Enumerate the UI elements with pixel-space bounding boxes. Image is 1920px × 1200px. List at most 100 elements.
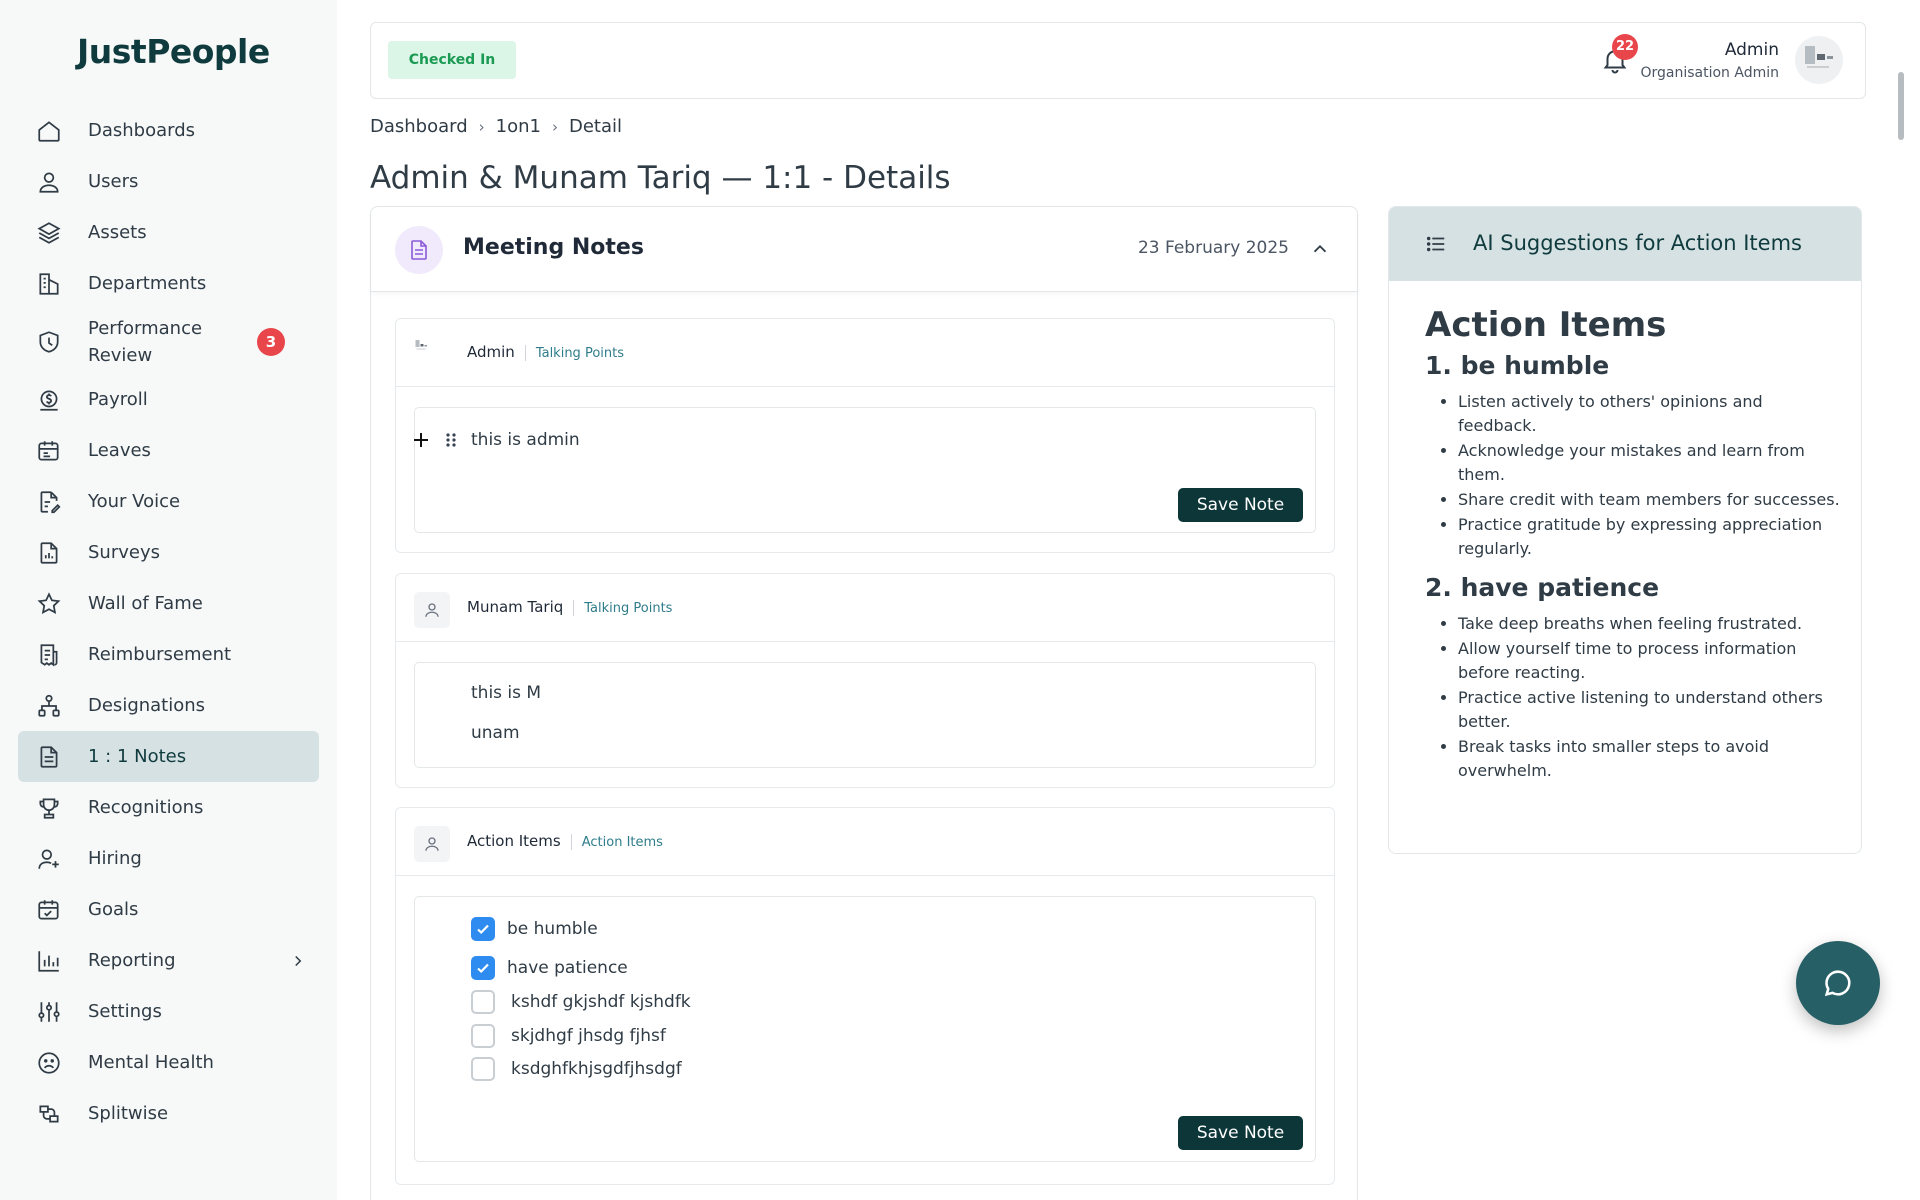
divider [570,833,572,850]
sidebar-item-hiring[interactable]: Hiring [18,833,319,884]
notification-count-badge: 22 [1612,34,1638,60]
save-note-button[interactable]: Save Note [1178,1116,1303,1150]
plus-icon[interactable] [411,430,431,450]
meeting-notes-title: Meeting Notes [463,235,644,260]
meeting-notes-header[interactable]: Meeting Notes 23 February 2025 [371,207,1357,292]
checkbox-checked[interactable] [471,917,495,941]
scrollbar[interactable] [1898,72,1904,140]
note-author: Action Items Action Items [467,832,663,850]
sidebar-item-label: Reimbursement [88,644,232,665]
sidebar-item-leaves[interactable]: Leaves [18,425,319,476]
page-title: Admin & Munam Tariq — 1:1 - Details [370,160,951,196]
sidebar-item-label: Departments [88,273,207,294]
checkbox-unchecked[interactable] [471,990,495,1014]
checked-in-status-badge[interactable]: Checked In [388,41,516,79]
user-name[interactable]: Admin [1725,40,1779,60]
ai-suggestion-item: Practice active listening to understand … [1458,686,1845,734]
chevron-right-icon: › [551,117,558,136]
checklist-item[interactable]: have patience [471,956,628,980]
sidebar-item-splitwise[interactable]: Splitwise [18,1088,319,1139]
breadcrumb-dashboard[interactable]: Dashboard [370,116,468,137]
sidebar-item-label: Designations [88,695,206,716]
chevron-right-icon: › [478,117,485,136]
divider [573,599,575,616]
sidebar-item-settings[interactable]: Settings [18,986,319,1037]
user-role: Organisation Admin [1640,65,1779,81]
ai-suggestion-item: Acknowledge your mistakes and learn from… [1458,439,1845,487]
sidebar-item-recognitions[interactable]: Recognitions [18,782,319,833]
author-name: Admin [467,343,515,361]
home-icon [36,118,62,144]
admin-talking-points-section: Admin Talking Points this is admin Save N… [395,318,1335,553]
top-bar: Checked In 22 Admin Organisation Admin [370,22,1866,99]
breadcrumb-1on1[interactable]: 1on1 [496,116,541,137]
sidebar-item-payroll[interactable]: Payroll [18,374,319,425]
user-icon [414,826,450,862]
chat-button[interactable] [1796,941,1880,1025]
note-header: Action Items Action Items [396,808,1334,876]
section-tag: Talking Points [584,601,673,616]
ai-suggestion-list: Take deep breaths when feeling frustrate… [1425,612,1845,783]
sidebar-item-dashboards[interactable]: Dashboards [18,105,319,156]
dollar-icon [36,387,62,413]
sidebar-item-label: Mental Health [88,1052,214,1073]
breadcrumb: Dashboard › 1on1 › Detail [370,116,622,137]
hierarchy-icon [36,693,62,719]
sidebar-item-goals[interactable]: Goals [18,884,319,935]
sidebar-item-wall-of-fame[interactable]: Wall of Fame [18,578,319,629]
ai-group-title: 1. be humble [1425,351,1610,380]
calendar-check-icon [36,897,62,923]
checkbox-unchecked[interactable] [471,1057,495,1081]
ai-suggestion-list: Listen actively to others' opinions and … [1425,390,1845,561]
sidebar-item-label: Payroll [88,389,148,410]
chevron-right-icon[interactable] [289,952,307,970]
sidebar-item-your-voice[interactable]: Your Voice [18,476,319,527]
sidebar-item-mental-health[interactable]: Mental Health [18,1037,319,1088]
sidebar-item-designations[interactable]: Designations [18,680,319,731]
ai-suggestions-body: Action Items 1. be humble Listen activel… [1425,305,1845,795]
chevron-up-icon[interactable] [1309,238,1331,260]
sidebar-item-assets[interactable]: Assets [18,207,319,258]
sidebar-item-departments[interactable]: Departments [18,258,319,309]
user-icon [36,169,62,195]
chat-bubble-icon [1824,970,1851,997]
ai-suggestions-card: AI Suggestions for Action Items Action I… [1388,206,1862,854]
sidebar-item-label: Wall of Fame [88,593,203,614]
sidebar-item-label: Dashboards [88,120,196,141]
ai-suggestion-item: Share credit with team members for succe… [1458,488,1845,512]
note-header: Admin Talking Points [396,319,1334,387]
munam-note-editor[interactable]: this is M unam [414,662,1316,768]
save-note-button[interactable]: Save Note [1178,488,1303,522]
sidebar-item-reporting[interactable]: Reporting [18,935,319,986]
ai-suggestions-header: AI Suggestions for Action Items [1389,207,1861,281]
checklist-item[interactable]: kshdf gkjshdf kjshdfk [471,990,691,1014]
sidebar-item-surveys[interactable]: Surveys [18,527,319,578]
sidebar-item-reimbursement[interactable]: Reimbursement [18,629,319,680]
checkbox-unchecked[interactable] [471,1024,495,1048]
sidebar-item-label: Reporting [88,950,176,971]
sidebar-item-users[interactable]: Users [18,156,319,207]
admin-note-editor[interactable]: this is admin Save Note [414,407,1316,533]
divider [524,344,526,361]
sidebar-item-performance-review[interactable]: Performance Review 3 [18,309,319,374]
sidebar-item-label: Settings [88,1001,162,1022]
app-logo[interactable]: JustPeople [77,32,270,71]
sidebar-item-label: Goals [88,899,139,920]
author-name: Munam Tariq [467,598,564,616]
calendar-icon [36,438,62,464]
ai-suggestion-item: Break tasks into smaller steps to avoid … [1458,735,1845,783]
checkbox-checked[interactable] [471,956,495,980]
checklist-item[interactable]: ksdghfkhjsgdfjhsdgf [471,1057,682,1081]
avatar[interactable] [1795,36,1843,84]
action-items-editor[interactable]: be humble have patience kshdf gkjshdf kj… [414,896,1316,1162]
checklist-item[interactable]: skjdhgf jhsdg fjhsf [471,1024,666,1048]
sidebar-item-1on1-notes[interactable]: 1 : 1 Notes [18,731,319,782]
sidebar-item-label: Hiring [88,848,142,869]
checklist-label: ksdghfkhjsgdfjhsdgf [511,1059,682,1079]
sidebar-item-label: Surveys [88,542,160,563]
drag-handle-icon[interactable] [443,430,459,450]
meeting-date: 23 February 2025 [1137,238,1289,258]
sidebar-item-label: Users [88,171,139,192]
checklist-item[interactable]: be humble [471,917,598,941]
ai-group-title: 2. have patience [1425,573,1660,602]
